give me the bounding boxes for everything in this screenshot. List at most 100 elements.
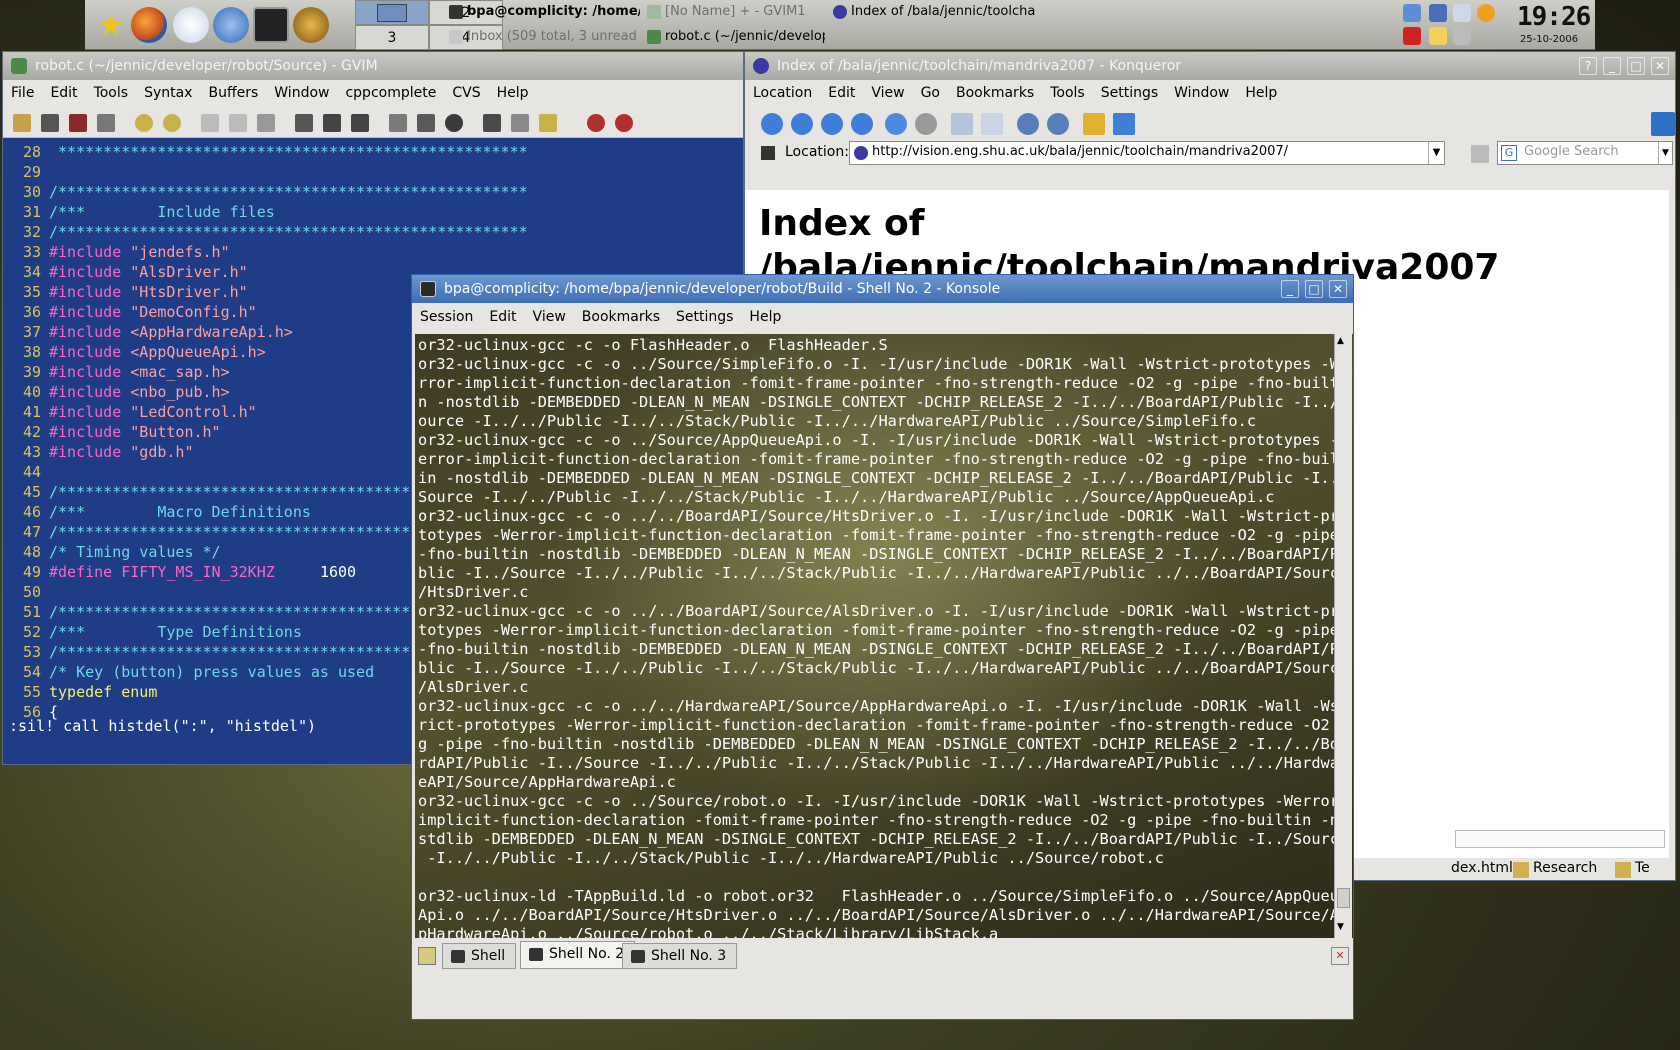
tray-network-icon[interactable]	[1453, 4, 1471, 22]
gvim-command-line[interactable]: :sil! call histdel(":", "histdel")	[9, 716, 316, 736]
konsole-menu-view[interactable]: View	[525, 309, 574, 325]
stop-icon[interactable]	[915, 113, 937, 135]
code-line[interactable]: 50	[3, 582, 49, 602]
find-next-icon[interactable]	[323, 114, 341, 132]
download-icon[interactable]	[1113, 113, 1135, 135]
code-line[interactable]: 55 typedef enum	[3, 682, 157, 702]
code-line[interactable]: 39 #include <mac_sap.h>	[3, 362, 230, 382]
tab-shell-1[interactable]: Shell	[442, 943, 517, 969]
maximize-button[interactable]: □	[1627, 57, 1645, 75]
scrollbar-thumb[interactable]	[1337, 888, 1350, 908]
run-script-icon[interactable]	[445, 114, 463, 132]
reload-icon[interactable]	[885, 113, 907, 135]
code-line[interactable]: 54 /* Key (button) press values as used	[3, 662, 374, 682]
konq-menu-bookmarks[interactable]: Bookmarks	[948, 85, 1042, 101]
gvim-titlebar[interactable]: robot.c (~/jennic/developer/robot/Source…	[3, 52, 743, 80]
home-icon[interactable]	[851, 113, 873, 135]
konsole-menu-edit[interactable]: Edit	[481, 309, 524, 325]
undo-icon[interactable]	[135, 114, 153, 132]
code-line[interactable]: 38 #include <AppQueueApi.h>	[3, 342, 266, 362]
scroll-up-arrow-icon[interactable]: ▲	[1337, 336, 1344, 346]
tray-keyboard-icon[interactable]	[1429, 27, 1447, 45]
minimize-button[interactable]: _	[1603, 57, 1621, 75]
code-line[interactable]: 30 /*************************************…	[3, 182, 528, 202]
task-konsole[interactable]: bpa@complicity: /home/bp	[447, 0, 640, 24]
help-icon[interactable]	[587, 114, 605, 132]
gvim-menu-help[interactable]: Help	[489, 85, 537, 101]
url-input[interactable]: http://vision.eng.shu.ac.uk/bala/jennic/…	[849, 141, 1445, 165]
status-tab-index[interactable]: dex.html	[1451, 860, 1513, 876]
make-icon[interactable]	[483, 114, 501, 132]
code-line[interactable]: 37 #include <AppHardwareApi.h>	[3, 322, 293, 342]
konsole-menu-bookmarks[interactable]: Bookmarks	[574, 309, 668, 325]
network-icon[interactable]	[213, 7, 249, 43]
gvim-menu-cppcomplete[interactable]: cppcomplete	[337, 85, 444, 101]
code-line[interactable]: 44	[3, 462, 49, 482]
find-help-icon[interactable]	[615, 114, 633, 132]
scroll-down-arrow-icon[interactable]: ▼	[1337, 922, 1344, 932]
pager-desktop-3[interactable]: 3	[355, 25, 429, 50]
code-line[interactable]: 48 /* Timing values */	[3, 542, 221, 562]
code-line[interactable]: 41 #include "LedControl.h"	[3, 402, 257, 422]
open-icon[interactable]	[13, 114, 31, 132]
ctags-icon[interactable]	[539, 114, 557, 132]
tray-power-icon[interactable]	[1403, 27, 1421, 45]
shell-icon[interactable]	[511, 114, 529, 132]
search-dropdown-chevron-icon[interactable]: ▼	[1658, 142, 1672, 164]
close-button[interactable]: ✕	[1329, 280, 1347, 298]
settings-gear-icon[interactable]	[293, 7, 329, 43]
find-in-page-icon[interactable]	[981, 113, 1003, 135]
konq-menu-tools[interactable]: Tools	[1042, 85, 1093, 101]
redo-icon[interactable]	[163, 114, 181, 132]
code-line[interactable]: 31 /*** Include files	[3, 202, 275, 222]
gvim-menu-cvs[interactable]: CVS	[444, 85, 488, 101]
cut-icon[interactable]	[201, 114, 219, 132]
paste-icon[interactable]	[257, 114, 275, 132]
tab-shell-3[interactable]: Shell No. 3	[622, 943, 738, 969]
replace-icon[interactable]	[295, 114, 313, 132]
save-session-icon[interactable]	[417, 114, 435, 132]
terminal-scrollbar[interactable]: ▲ ▼	[1334, 334, 1352, 938]
tray-help-icon[interactable]	[1477, 4, 1495, 22]
save-icon[interactable]	[41, 114, 59, 132]
tab-shell-2[interactable]: Shell No. 2	[520, 941, 636, 969]
status-bookmark-te[interactable]: Te	[1635, 860, 1650, 876]
save-all-icon[interactable]	[69, 114, 87, 132]
kmenu-star-icon[interactable]: ★	[93, 7, 129, 43]
terminal-icon[interactable]	[253, 7, 289, 43]
forward-icon[interactable]	[791, 113, 813, 135]
print-icon[interactable]	[97, 114, 115, 132]
konsole-menu-settings[interactable]: Settings	[668, 309, 741, 325]
konq-menu-go[interactable]: Go	[913, 85, 948, 101]
konsole-menu-session[interactable]: Session	[412, 309, 481, 325]
new-session-icon[interactable]	[418, 947, 436, 965]
code-line[interactable]: 28 *************************************…	[3, 142, 528, 162]
close-session-icon[interactable]: ✕	[1331, 947, 1349, 965]
close-button[interactable]: ✕	[1651, 57, 1669, 75]
whats-this-button[interactable]: ?	[1579, 57, 1597, 75]
code-line[interactable]: 42 #include "Button.h"	[3, 422, 221, 442]
code-line[interactable]: 33 #include "jendefs.h"	[3, 242, 230, 262]
search-input[interactable]: G Google Search ▼	[1497, 141, 1673, 165]
code-line[interactable]: 29	[3, 162, 49, 182]
code-line[interactable]: 34 #include "AlsDriver.h"	[3, 262, 248, 282]
zoom-out-icon[interactable]	[1047, 113, 1069, 135]
clear-location-icon[interactable]	[761, 146, 775, 160]
maximize-button[interactable]: □	[1305, 280, 1323, 298]
code-line[interactable]: 35 #include "HtsDriver.h"	[3, 282, 248, 302]
code-line[interactable]: 52 /*** Type Definitions	[3, 622, 302, 642]
gvim-menu-syntax[interactable]: Syntax	[136, 85, 200, 101]
back-icon[interactable]	[761, 113, 783, 135]
konq-menu-edit[interactable]: Edit	[820, 85, 863, 101]
konq-menu-settings[interactable]: Settings	[1093, 85, 1166, 101]
print-icon[interactable]	[951, 113, 973, 135]
copy-icon[interactable]	[229, 114, 247, 132]
konsole-menu-help[interactable]: Help	[741, 309, 789, 325]
task-gvim-noname[interactable]: [No Name] + - GVIM1	[645, 0, 825, 24]
konsole-titlebar[interactable]: bpa@complicity: /home/bpa/jennic/develop…	[412, 275, 1353, 303]
konq-menu-location[interactable]: Location	[745, 85, 820, 101]
mail-client-icon[interactable]	[173, 7, 209, 43]
tray-tools-icon[interactable]	[1453, 27, 1471, 45]
minimize-button[interactable]: _	[1281, 280, 1299, 298]
konqueror-titlebar[interactable]: Index of /bala/jennic/toolchain/mandriva…	[745, 52, 1675, 80]
